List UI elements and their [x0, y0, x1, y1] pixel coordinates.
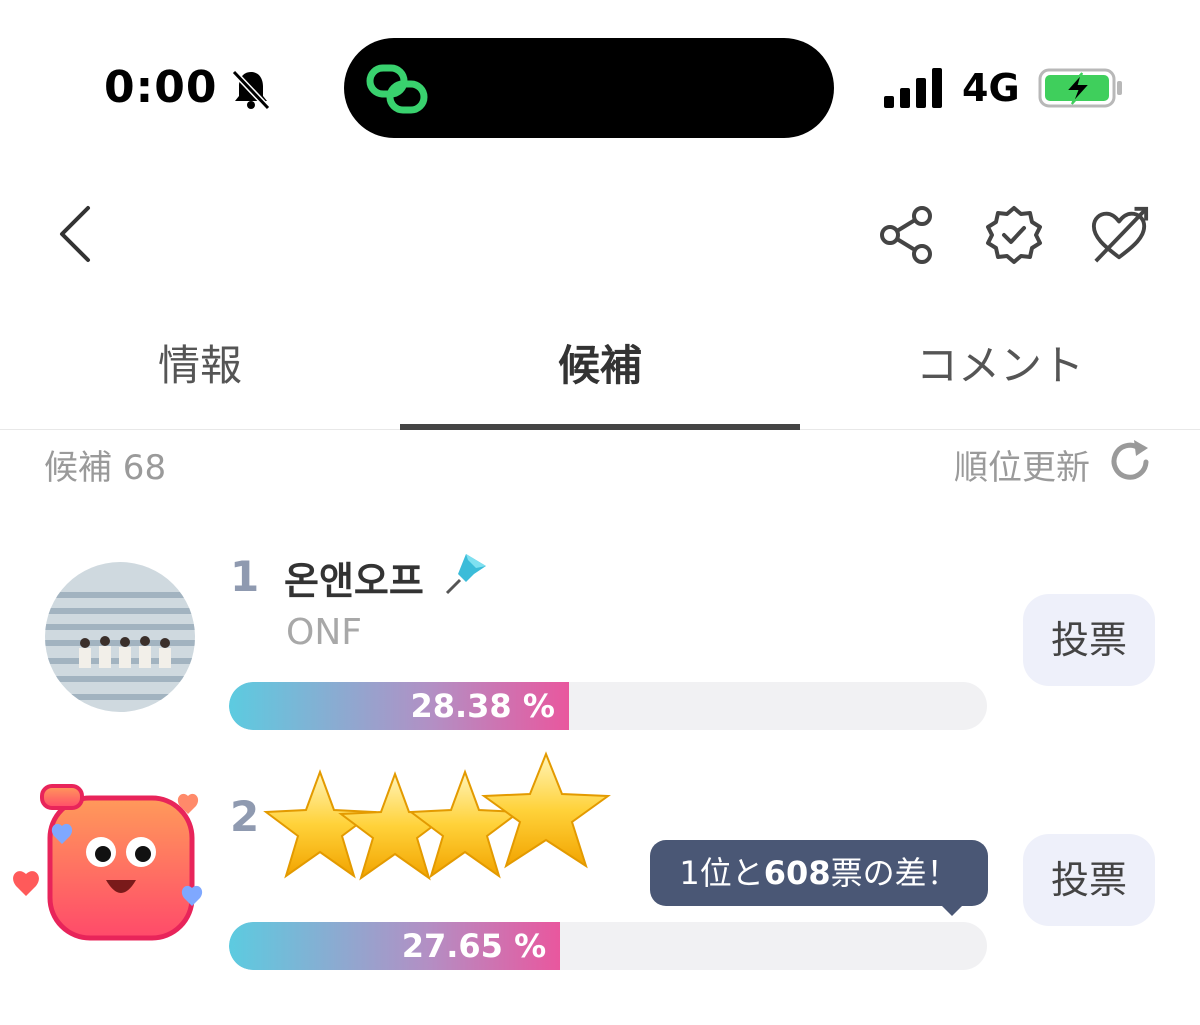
mascot-sticker [13, 784, 203, 941]
link-icon [366, 64, 428, 114]
vote-share-bar: 28.38 % [229, 682, 987, 730]
candidate-count: 候補 68 [44, 448, 167, 488]
star-icon [408, 769, 522, 879]
signal-icon [884, 68, 942, 108]
refresh-ranking-label[interactable]: 順位更新 [954, 440, 1090, 489]
candidate-photo [45, 562, 195, 712]
vote-button[interactable]: 投票 [1023, 834, 1155, 926]
tab-info[interactable]: 情報 [0, 320, 400, 430]
vote-share-fill: 28.38 % [229, 682, 569, 730]
vote-gap-tooltip: 1位と608票の差！ [650, 840, 988, 906]
heart-arrow-icon[interactable] [1090, 204, 1150, 266]
tab-candidates[interactable]: 候補 [400, 320, 800, 430]
status-time: 0:00 [104, 62, 218, 113]
vote-share-bar: 27.65 % [229, 922, 987, 970]
vote-share-label: 28.38 % [410, 687, 555, 725]
back-icon[interactable] [52, 204, 100, 264]
tab-comments[interactable]: コメント [800, 320, 1200, 430]
star-icon [481, 751, 611, 869]
network-type: 4G [962, 66, 1020, 110]
battery-charging-icon [1038, 68, 1122, 108]
active-tab-indicator [400, 424, 800, 430]
vote-share-fill: 27.65 % [229, 922, 561, 970]
candidate-rank: 1 [230, 552, 260, 601]
tab-bar: 情報 候補 コメント [0, 320, 1200, 430]
status-bar: 0:00 4G [0, 0, 1200, 160]
candidate-subname: ONF [286, 612, 362, 653]
bell-slash-icon [231, 69, 271, 111]
star-stickers [263, 751, 611, 881]
share-icon[interactable] [876, 204, 936, 266]
candidate-name: 온앤오프 [284, 559, 424, 603]
vote-share-label: 27.65 % [401, 927, 547, 965]
pin-icon [445, 554, 486, 595]
vote-button[interactable]: 投票 [1023, 594, 1155, 686]
tooltip-tail [940, 904, 964, 916]
refresh-icon[interactable] [1106, 438, 1154, 486]
verified-badge-icon[interactable] [984, 204, 1044, 266]
